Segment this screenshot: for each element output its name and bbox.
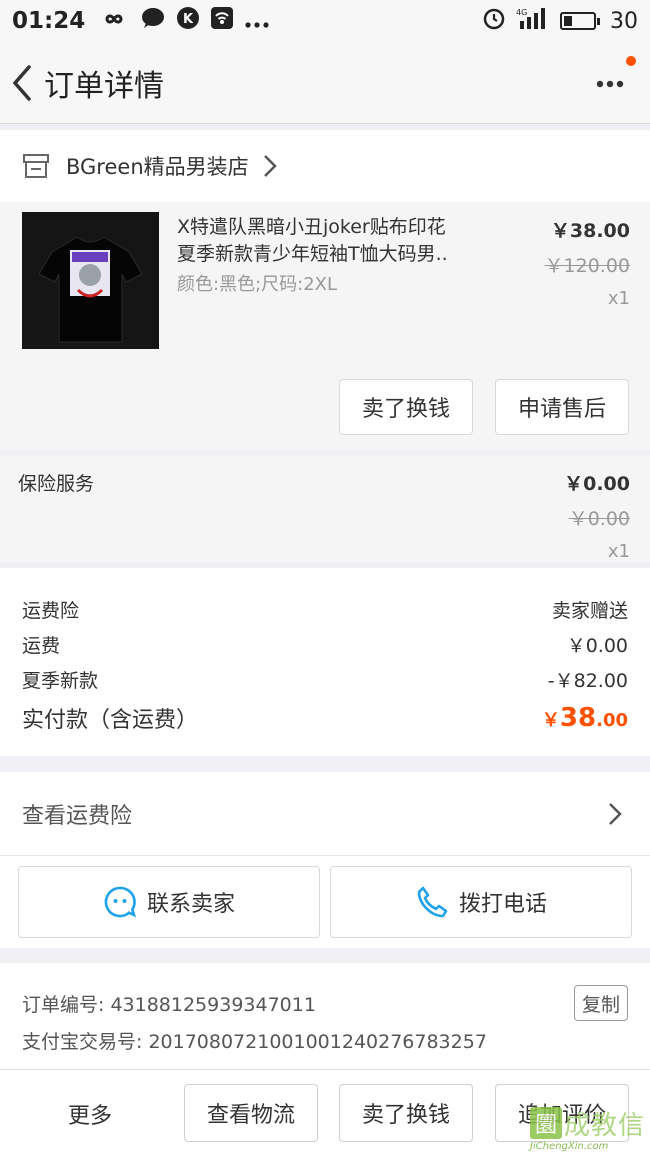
fee-value: ￥0.00 (566, 635, 628, 657)
insurance-service: 保险服务 ￥0.00 ￥0.00 x1 (0, 455, 650, 563)
chevron-right-icon (609, 803, 622, 825)
svg-text:4G: 4G (516, 8, 527, 17)
alipay-trade-number: 支付宝交易号: 2017080721001001240276783257 (22, 1031, 487, 1053)
shop-row[interactable]: BGreen精品男装店 (0, 130, 650, 202)
product-quantity: x1 (607, 288, 630, 309)
product-title-line1: X特遣队黑暗小丑joker贴布印花 (177, 216, 446, 238)
contact-seller-button[interactable]: 联系卖家 (18, 866, 320, 938)
more-button[interactable]: 更多 (68, 1098, 112, 1130)
wifi-hotspot-icon (211, 7, 234, 35)
price-column: ￥38.00 ￥120.00 x1 (545, 216, 630, 309)
product-title[interactable]: X特遣队黑暗小丑joker贴布印花 夏季新款青少年短袖T恤大码男.. (177, 214, 487, 268)
more-menu-button[interactable] (590, 64, 630, 104)
alarm-icon (482, 6, 506, 36)
chat-bubble-icon (104, 886, 137, 918)
call-phone-button[interactable]: 拨打电话 (330, 866, 632, 938)
store-icon (23, 154, 49, 178)
insurance-original-price: ￥0.00 (568, 508, 630, 530)
order-number: 订单编号: 4318812593934701​1 (22, 994, 316, 1016)
svg-text:K: K (183, 12, 194, 27)
more-dots-icon (245, 9, 269, 34)
chat-icon (141, 7, 165, 35)
product-item: X特遣队黑暗小丑joker贴布印花 夏季新款青少年短袖T恤大码男.. 颜色:黑色… (0, 202, 650, 450)
status-bar: 01:24 K 4G 30 (0, 0, 650, 42)
apply-aftersale-button[interactable]: 申请售后 (495, 379, 629, 435)
product-image[interactable] (22, 212, 159, 349)
product-title-line2: 夏季新款青少年短袖T恤大码男.. (177, 243, 448, 265)
fee-row-shipping: 运费 ￥0.00 (22, 627, 628, 662)
fee-label: 运费险 (22, 600, 80, 622)
view-logistics-button[interactable]: 查看物流 (184, 1084, 318, 1142)
sell-for-cash-bottom-button[interactable]: 卖了换钱 (339, 1084, 473, 1142)
order-info: 订单编号: 4318812593934701​1 支付宝交易号: 2017080… (0, 963, 650, 1073)
nav-bar: 订单详情 (0, 42, 650, 124)
total-currency: ￥ (541, 710, 560, 731)
fee-value: 卖家赠送 (551, 600, 628, 622)
fee-row-total: 实付款（含运费） ￥38.00 (22, 697, 628, 739)
sell-for-cash-button[interactable]: 卖了换钱 (339, 379, 473, 435)
total-decimal: .00 (596, 710, 628, 731)
total-label: 实付款（含运费） (22, 708, 199, 733)
total-integer: 38 (559, 703, 597, 733)
copy-button[interactable]: 复制 (574, 985, 628, 1021)
product-original-price: ￥120.00 (544, 255, 630, 277)
battery-icon (560, 12, 600, 30)
freight-insurance-label: 查看运费险 (22, 803, 133, 829)
product-price: ￥38.00 (550, 220, 630, 242)
chevron-left-icon (12, 64, 31, 101)
notification-dot (626, 56, 636, 66)
phone-icon (417, 886, 448, 918)
watermark-logo: 圜 成教信 JiChengXin.com (530, 1103, 646, 1152)
signal-icon: 4G (516, 7, 550, 35)
fee-summary: 运费险 卖家赠送 运费 ￥0.00 夏季新款 -￥82.00 实付款（含运费） … (0, 568, 650, 756)
watermark-text: 成教信 (564, 1111, 646, 1141)
status-time: 01:24 (12, 8, 86, 34)
call-phone-label: 拨打电话 (458, 892, 547, 917)
fee-label: 运费 (22, 635, 61, 657)
insurance-price-column: ￥0.00 ￥0.00 x1 (564, 469, 630, 562)
fee-row-discount: 夏季新款 -￥82.00 (22, 662, 628, 697)
total-amount: ￥38.00 (542, 703, 628, 733)
view-freight-insurance-row[interactable]: 查看运费险 (0, 772, 650, 856)
battery-percent: 30 (610, 8, 638, 34)
fee-value: -￥82.00 (547, 670, 628, 692)
status-right-group: 4G 30 (482, 6, 638, 36)
fee-row-freight-insurance: 运费险 卖家赠送 (22, 592, 628, 627)
product-spec: 颜色:黑色;尺码:2XL (177, 274, 338, 295)
back-button[interactable] (0, 42, 44, 124)
watermark-subtext: JiChengXin.com (530, 1141, 609, 1152)
watermark-mark: 圜 (530, 1107, 562, 1139)
fee-label: 夏季新款 (22, 670, 99, 692)
chevron-right-icon (263, 155, 277, 177)
k-app-icon: K (177, 7, 200, 35)
infinity-icon (99, 9, 129, 34)
contact-seller-label: 联系卖家 (146, 892, 235, 917)
page-title: 订单详情 (44, 68, 164, 104)
insurance-price: ￥0.00 (564, 473, 630, 495)
insurance-quantity: x1 (607, 541, 630, 562)
insurance-label: 保险服务 (18, 473, 95, 495)
shop-name: BGreen精品男装店 (66, 155, 249, 179)
contact-section: 联系卖家 拨打电话 (0, 856, 650, 948)
more-dots-icon (596, 80, 624, 88)
